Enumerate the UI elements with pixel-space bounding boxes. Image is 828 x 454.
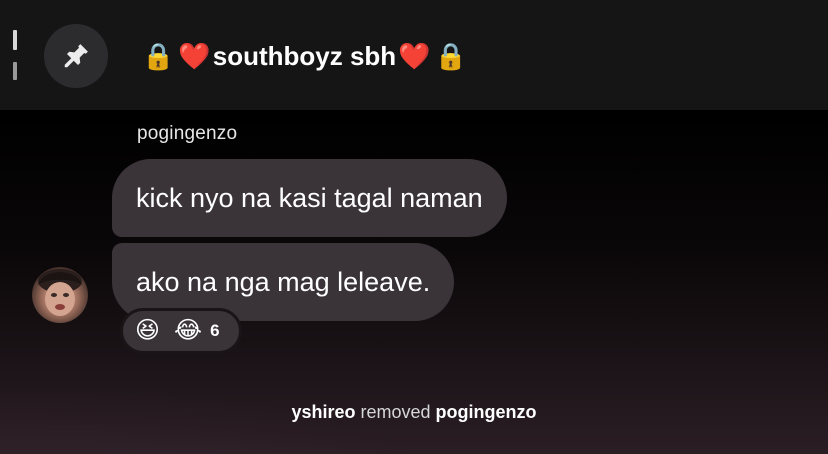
laughing-emoji-icon: 😆 [135,317,161,344]
avatar-image [38,269,82,316]
chat-title[interactable]: 🔒 ❤️ southboyz sbh ❤️ 🔒 [140,36,469,76]
system-message: yshireo removed pogingenzo [0,402,828,423]
pin-button[interactable] [44,24,108,88]
tears-of-joy-emoji-icon: 😂 [174,317,203,344]
message-text: ako na nga mag leleave. [136,266,431,297]
lock-icon: 🔒 [434,40,467,71]
heart-icon: ❤️ [398,40,431,71]
heart-icon: ❤️ [178,40,211,71]
message-text: kick nyo na kasi tagal naman [136,182,483,213]
avatar[interactable] [32,267,88,323]
reaction-count: 6 [210,321,220,340]
system-target: pogingenzo [435,402,537,422]
system-action: removed [360,402,431,422]
message-sender-name: pogingenzo [137,123,238,144]
lock-icon: 🔒 [142,40,175,71]
edge-marker [13,62,17,80]
pin-icon [64,44,88,68]
system-actor: yshireo [291,402,356,422]
chat-title-text: southboyz sbh [212,40,397,71]
message-bubble[interactable]: kick nyo na kasi tagal naman [112,159,507,237]
edge-marker [13,30,17,50]
reaction-bar[interactable]: 😆 😂 6 [120,308,242,354]
chat-header: 🔒 ❤️ southboyz sbh ❤️ 🔒 [0,0,828,110]
